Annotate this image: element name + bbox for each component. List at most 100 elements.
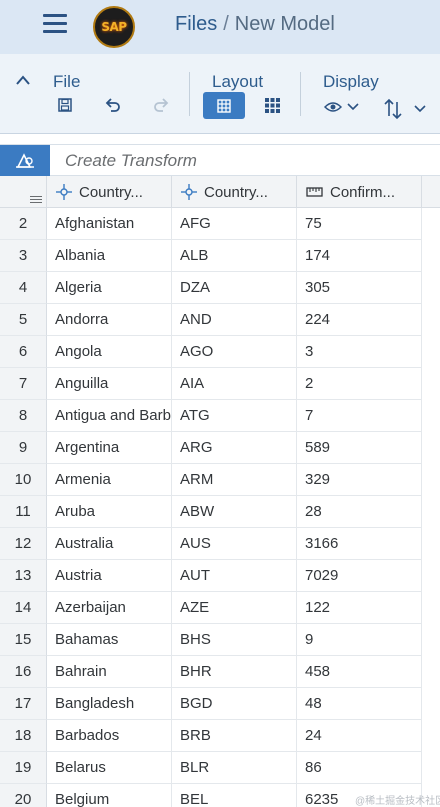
cell-country-code[interactable]: ARM [172,464,297,496]
cell-country-code[interactable]: AGO [172,336,297,368]
table-row[interactable]: 18 Barbados BRB 24 [0,720,440,752]
collapse-toolbar-icon[interactable] [13,70,33,90]
cell-country-code[interactable]: BHR [172,656,297,688]
cell-country-code[interactable]: BEL [172,784,297,807]
undo-icon[interactable] [102,95,124,115]
cell-country-name[interactable]: Antigua and Barb [47,400,172,432]
cell-country-name[interactable]: Belgium [47,784,172,807]
row-number[interactable]: 19 [0,752,47,784]
row-number[interactable]: 10 [0,464,47,496]
show-hide-dropdown[interactable] [321,97,361,117]
row-number[interactable]: 14 [0,592,47,624]
redo-icon[interactable] [150,95,172,115]
row-number[interactable]: 18 [0,720,47,752]
table-row[interactable]: 12 Australia AUS 3166 [0,528,440,560]
cell-confirmed[interactable]: 75 [297,208,422,240]
select-all-corner[interactable] [0,176,47,208]
cell-country-name[interactable]: Aruba [47,496,172,528]
table-row[interactable]: 5 Andorra AND 224 [0,304,440,336]
cell-country-code[interactable]: AFG [172,208,297,240]
cell-confirmed[interactable]: 28 [297,496,422,528]
table-row[interactable]: 15 Bahamas BHS 9 [0,624,440,656]
cell-confirmed[interactable]: 174 [297,240,422,272]
table-row[interactable]: 2 Afghanistan AFG 75 [0,208,440,240]
row-number[interactable]: 11 [0,496,47,528]
breadcrumb-files[interactable]: Files [175,13,217,35]
cell-country-code[interactable]: ABW [172,496,297,528]
row-number[interactable]: 20 [0,784,47,807]
sap-logo[interactable]: SAP [93,6,135,48]
cell-confirmed[interactable]: 48 [297,688,422,720]
cell-country-code[interactable]: AUT [172,560,297,592]
cell-country-code[interactable]: ARG [172,432,297,464]
cell-country-code[interactable]: ALB [172,240,297,272]
table-row[interactable]: 11 Aruba ABW 28 [0,496,440,528]
cell-confirmed[interactable]: 589 [297,432,422,464]
table-row[interactable]: 8 Antigua and Barb ATG 7 [0,400,440,432]
cell-country-code[interactable]: AUS [172,528,297,560]
cell-confirmed[interactable]: 9 [297,624,422,656]
cell-confirmed[interactable]: 7 [297,400,422,432]
cell-country-name[interactable]: Andorra [47,304,172,336]
row-number[interactable]: 8 [0,400,47,432]
cell-country-code[interactable]: DZA [172,272,297,304]
row-number[interactable]: 6 [0,336,47,368]
row-number[interactable]: 9 [0,432,47,464]
row-number[interactable]: 13 [0,560,47,592]
table-row[interactable]: 19 Belarus BLR 86 [0,752,440,784]
row-number[interactable]: 2 [0,208,47,240]
table-row[interactable]: 17 Bangladesh BGD 48 [0,688,440,720]
grid-view-button[interactable] [203,92,245,119]
cell-country-code[interactable]: BRB [172,720,297,752]
column-header-country-code[interactable]: Country... [172,176,297,208]
row-number[interactable]: 16 [0,656,47,688]
cell-confirmed[interactable]: 329 [297,464,422,496]
column-header-country-name[interactable]: Country... [47,176,172,208]
cell-confirmed[interactable]: 86 [297,752,422,784]
cell-country-name[interactable]: Belarus [47,752,172,784]
table-row[interactable]: 16 Bahrain BHR 458 [0,656,440,688]
table-row[interactable]: 4 Algeria DZA 305 [0,272,440,304]
table-row[interactable]: 3 Albania ALB 174 [0,240,440,272]
table-row[interactable]: 10 Armenia ARM 329 [0,464,440,496]
cell-confirmed[interactable]: 7029 [297,560,422,592]
row-number[interactable]: 3 [0,240,47,272]
table-row[interactable]: 13 Austria AUT 7029 [0,560,440,592]
cell-country-name[interactable]: Armenia [47,464,172,496]
row-number[interactable]: 17 [0,688,47,720]
row-number[interactable]: 5 [0,304,47,336]
cell-country-name[interactable]: Angola [47,336,172,368]
cell-confirmed[interactable]: 3166 [297,528,422,560]
cell-country-name[interactable]: Bangladesh [47,688,172,720]
cell-confirmed[interactable]: 224 [297,304,422,336]
row-number[interactable]: 7 [0,368,47,400]
cell-country-name[interactable]: Afghanistan [47,208,172,240]
cell-confirmed[interactable]: 305 [297,272,422,304]
row-number[interactable]: 4 [0,272,47,304]
row-number[interactable]: 15 [0,624,47,656]
cell-country-code[interactable]: AZE [172,592,297,624]
transform-button[interactable] [0,145,50,176]
table-row[interactable]: 14 Azerbaijan AZE 122 [0,592,440,624]
cell-country-name[interactable]: Anguilla [47,368,172,400]
sort-dropdown[interactable] [379,97,429,121]
cell-country-name[interactable]: Australia [47,528,172,560]
cell-country-code[interactable]: BHS [172,624,297,656]
create-transform-input[interactable] [56,145,436,176]
cell-country-code[interactable]: BLR [172,752,297,784]
cell-country-code[interactable]: BGD [172,688,297,720]
column-header-confirmed[interactable]: Confirm... [297,176,422,208]
cell-confirmed[interactable]: 24 [297,720,422,752]
cell-country-name[interactable]: Azerbaijan [47,592,172,624]
menu-icon[interactable] [43,14,67,34]
save-icon[interactable] [55,95,75,115]
table-row[interactable]: 6 Angola AGO 3 [0,336,440,368]
cell-country-name[interactable]: Bahamas [47,624,172,656]
cell-country-name[interactable]: Argentina [47,432,172,464]
cell-country-code[interactable]: ATG [172,400,297,432]
card-view-icon[interactable] [261,95,283,115]
row-number[interactable]: 12 [0,528,47,560]
cell-confirmed[interactable]: 122 [297,592,422,624]
table-row[interactable]: 9 Argentina ARG 589 [0,432,440,464]
cell-country-name[interactable]: Austria [47,560,172,592]
